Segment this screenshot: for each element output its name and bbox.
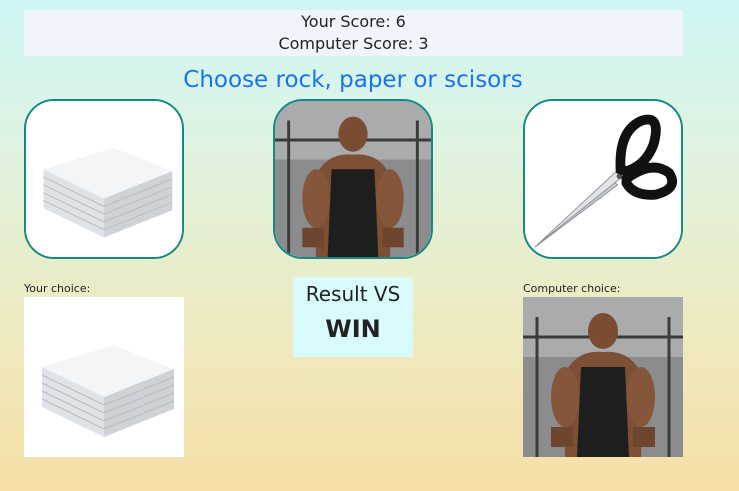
scissors-button[interactable]: [523, 99, 683, 259]
rock-button[interactable]: [273, 99, 433, 259]
scoreboard: Your Score: 6 Computer Score: 3: [24, 10, 683, 56]
your-choice-label: Your choice:: [24, 282, 91, 295]
result-title: Result VS: [305, 282, 401, 306]
paper-stack-icon: [26, 101, 182, 257]
computer-choice-image: [523, 297, 683, 457]
paper-stack-icon: [24, 297, 184, 457]
your-score: Your Score: 6: [301, 12, 406, 31]
scissors-icon: [525, 101, 681, 257]
computer-choice-label: Computer choice:: [523, 282, 621, 295]
rock-photo-icon: [275, 101, 431, 257]
result-value: WIN: [325, 315, 381, 343]
computer-score: Computer Score: 3: [278, 34, 429, 53]
rock-photo-icon: [523, 297, 683, 457]
result-panel: Result VS WIN: [293, 277, 413, 357]
paper-button[interactable]: [24, 99, 184, 259]
your-choice-image: [24, 297, 184, 457]
choose-prompt: Choose rock, paper or scisors: [183, 67, 523, 93]
